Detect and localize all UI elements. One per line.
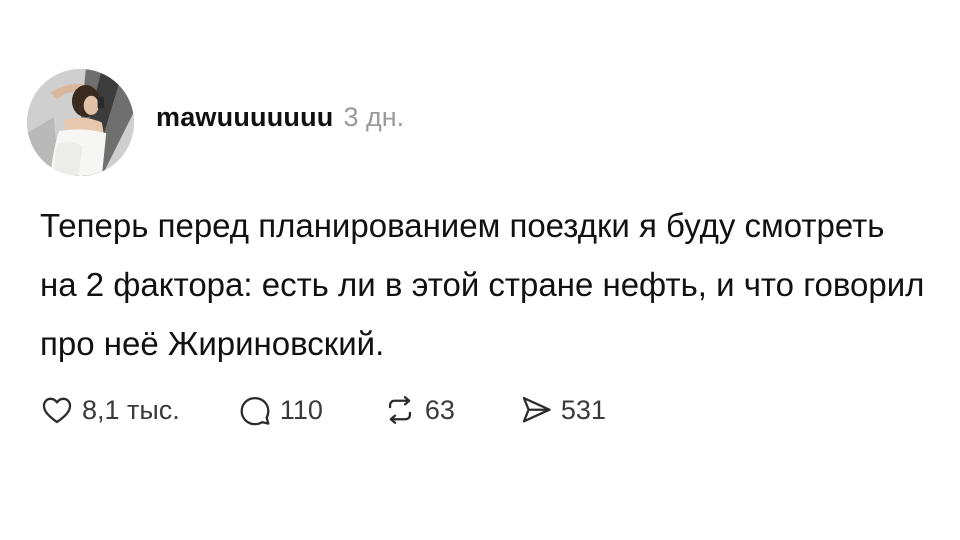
share-count: 531 xyxy=(560,394,606,425)
avatar[interactable] xyxy=(27,69,134,176)
repost-button[interactable]: 63 xyxy=(383,393,455,427)
avatar-photo xyxy=(27,69,134,176)
post-time: 3 дн. xyxy=(343,102,405,132)
comment-button[interactable]: 110 xyxy=(238,393,323,427)
repost-count: 63 xyxy=(424,394,455,425)
like-count: 8,1 тыс. xyxy=(82,394,180,425)
share-button[interactable]: 531 xyxy=(519,393,606,427)
heart-icon xyxy=(40,393,74,427)
like-button[interactable]: 8,1 тыс. xyxy=(40,393,180,427)
comment-count: 110 xyxy=(279,394,323,425)
send-icon xyxy=(519,393,553,427)
speech-bubble-icon xyxy=(238,393,272,427)
post-card: mawuuuuuuu 3 дн. Теперь перед планирован… xyxy=(0,0,960,540)
post-text: Теперь перед планированием поездки я буд… xyxy=(40,207,925,362)
post-header: mawuuuuuuu 3 дн. xyxy=(156,102,404,142)
username[interactable]: mawuuuuuuu xyxy=(156,102,333,133)
post-actions: 8,1 тыс. 110 63 531 xyxy=(40,386,606,434)
repost-icon xyxy=(383,393,417,427)
